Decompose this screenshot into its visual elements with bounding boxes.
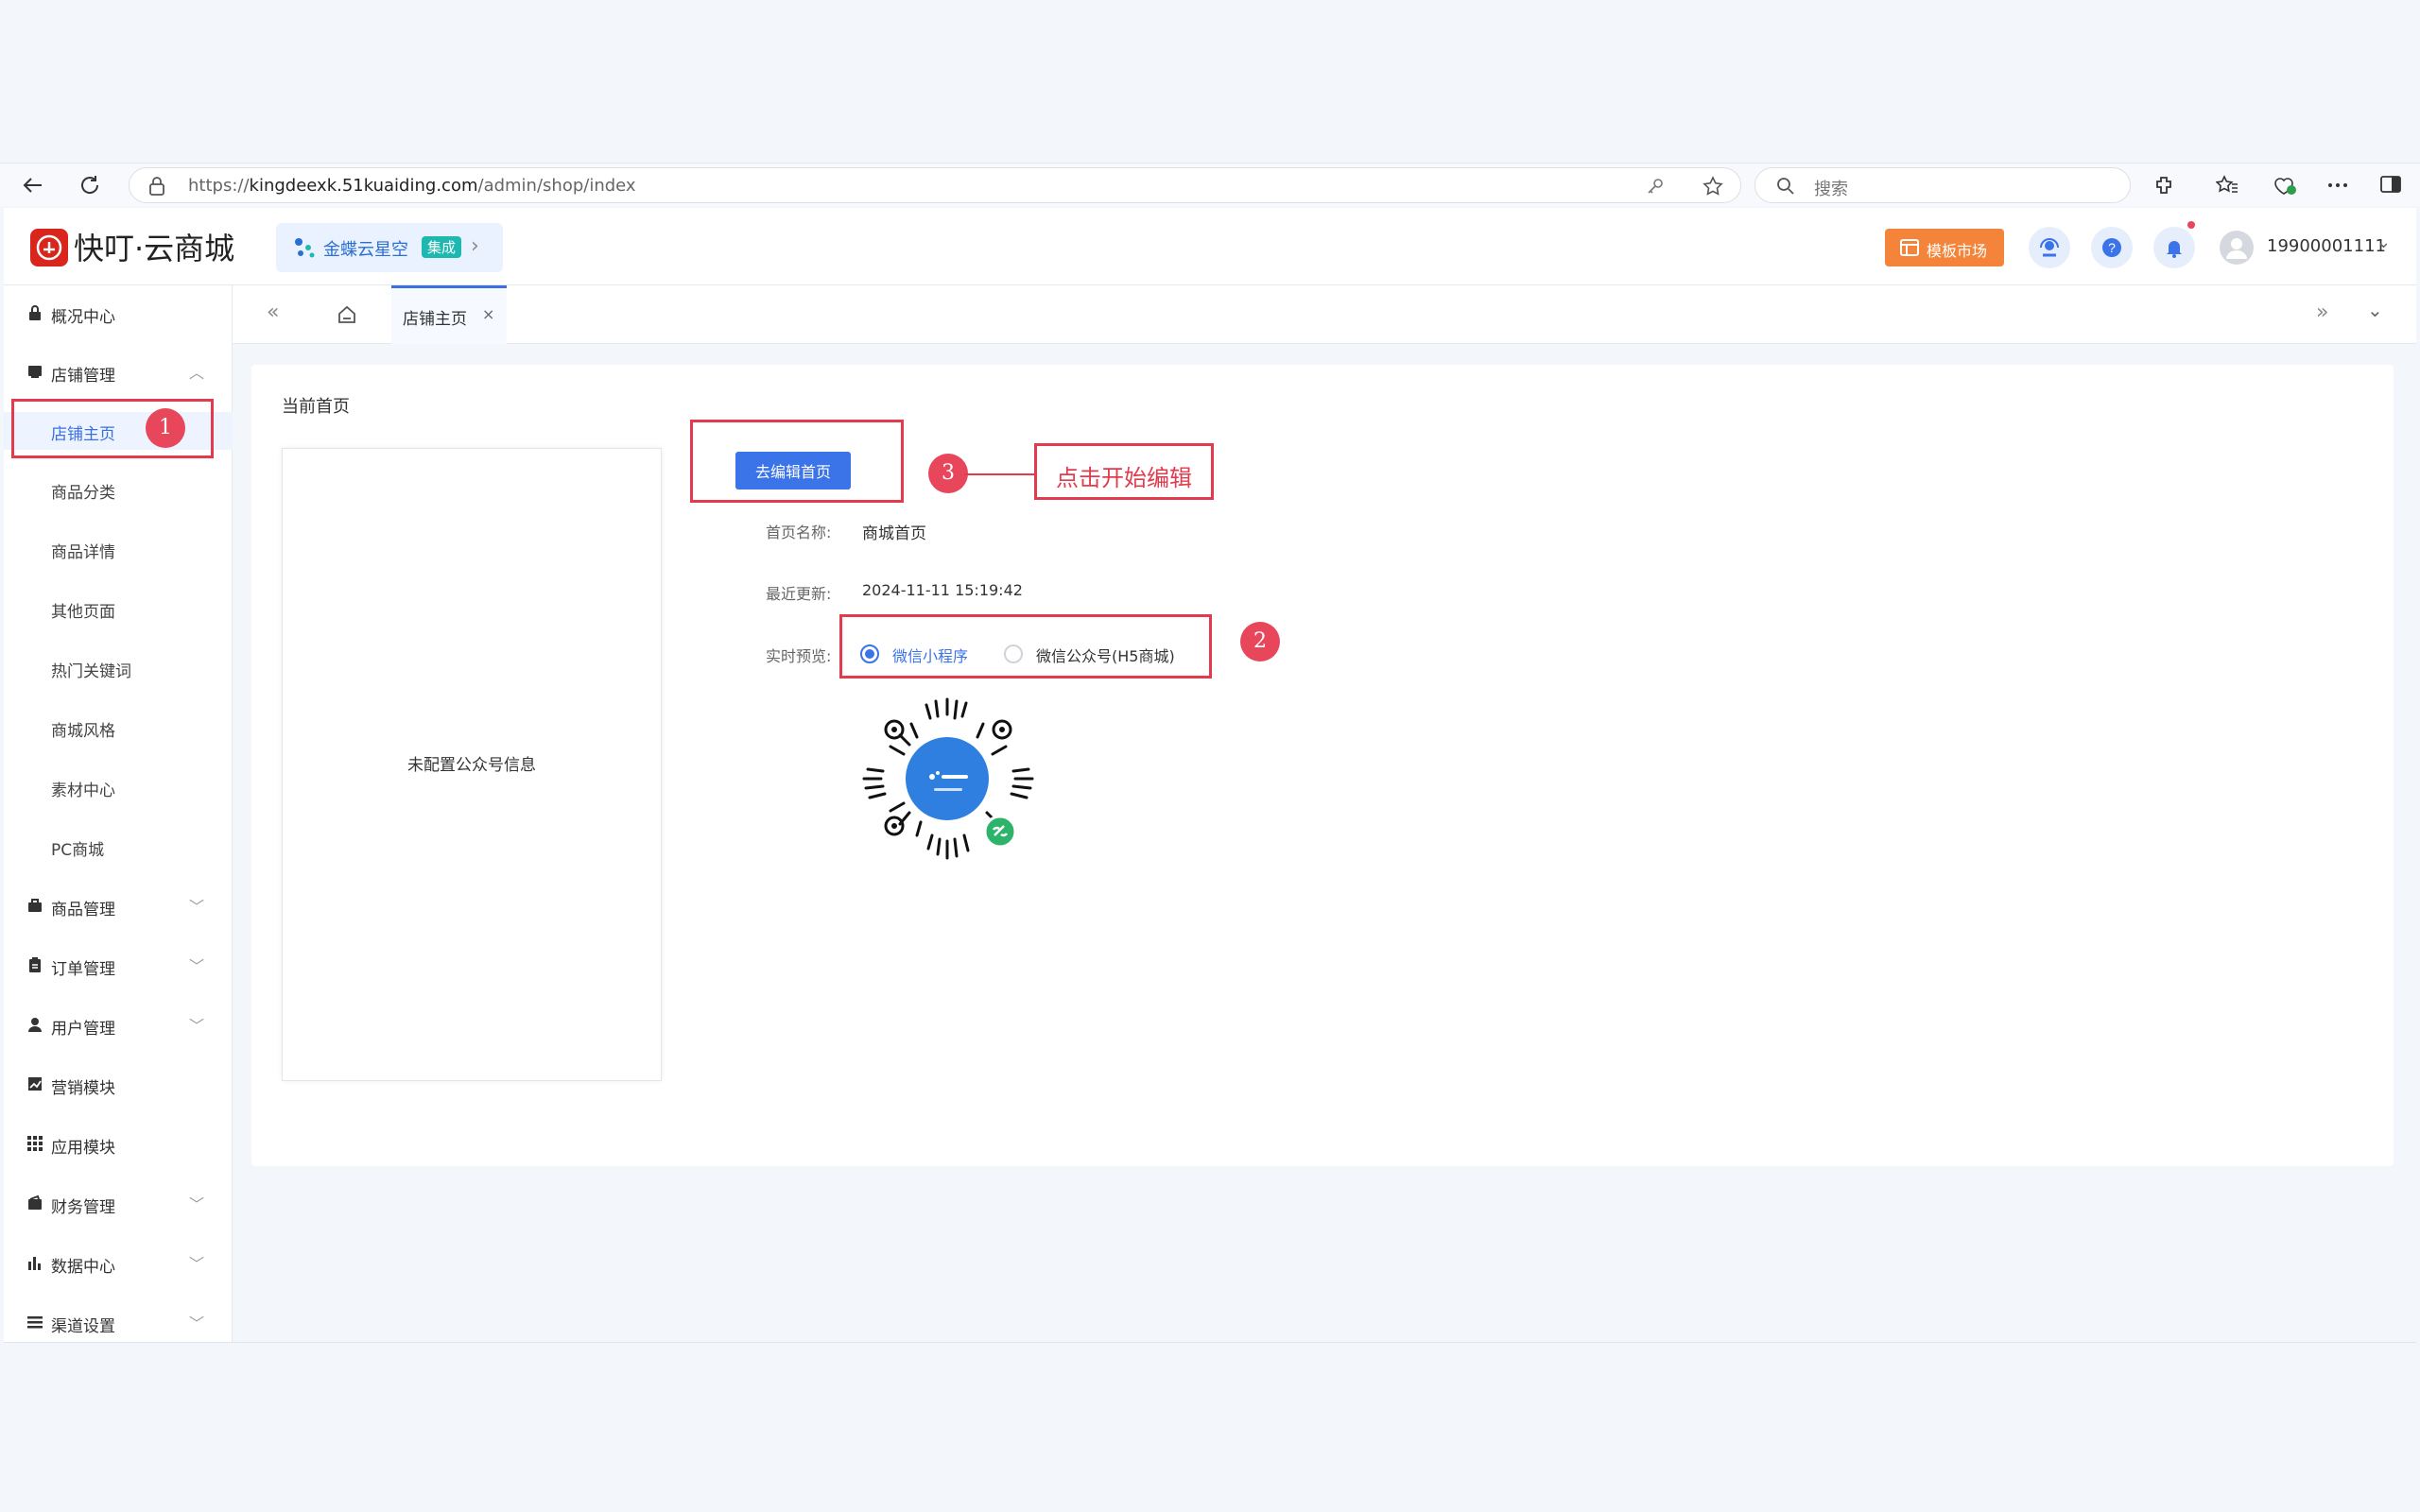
lock-icon (29, 305, 41, 320)
search-icon (1777, 178, 1794, 195)
wallet-icon (28, 1194, 42, 1210)
headset-icon (2040, 238, 2059, 257)
template-icon (1900, 239, 1919, 256)
help-button[interactable]: ? (2091, 227, 2133, 268)
home-name-label: 首页名称: (766, 524, 832, 541)
star-icon[interactable] (1703, 176, 1723, 197)
tab-shop-home[interactable]: 店铺主页 × (391, 285, 507, 344)
template-market-label: 模板市场 (1927, 242, 1988, 260)
user-phone[interactable]: 19900001111 (2267, 236, 2386, 256)
integration-name: 金蝶云星空 (323, 240, 408, 260)
chevron-right-icon: › (471, 234, 479, 258)
notifications-button[interactable] (2153, 221, 2195, 268)
tab-bar: « 店铺主页 × » ⌄ (233, 285, 2416, 344)
annotation-callout: 点击开始编辑 (1034, 443, 1214, 500)
page-bottom-border (4, 1342, 2416, 1343)
live-preview-label: 实时预览: (766, 647, 832, 665)
scroll-left-icon[interactable]: « (267, 301, 279, 324)
sidebar-item-overview[interactable]: 概况中心 (4, 295, 233, 333)
home-name-value: 商城首页 (862, 524, 926, 543)
annotation-box-3 (690, 420, 904, 503)
chart-line-icon (28, 1077, 42, 1091)
section-title: 当前首页 (282, 397, 350, 417)
annotation-box-2 (839, 614, 1212, 679)
template-market-button[interactable]: 模板市场 (1885, 229, 2004, 266)
sidebar-item-marketing[interactable]: 营销模块 (4, 1066, 233, 1104)
search-placeholder: 搜索 (1814, 180, 1848, 199)
browser-toolbar: https://kingdeexk.51kuaiding.com/admin/s… (0, 163, 2420, 206)
back-icon[interactable] (19, 171, 47, 199)
sidebar-item-user-management[interactable]: 用户管理 ﹀ (4, 1006, 233, 1044)
avatar[interactable] (2220, 231, 2254, 265)
tab-menu-chevron-icon[interactable]: ⌄ (2367, 299, 2383, 321)
kingdee-logo-icon (295, 238, 315, 258)
reload-icon[interactable] (76, 171, 104, 199)
address-bar[interactable]: https://kingdeexk.51kuaiding.com/admin/s… (129, 167, 1741, 203)
preview-empty-message: 未配置公众号信息 (407, 756, 536, 775)
extensions-icon[interactable] (2153, 175, 2174, 196)
chevron-down-icon: ﹀ (189, 1195, 205, 1213)
sidebar-toggle-icon[interactable] (2380, 175, 2401, 194)
sidebar-item-channel-settings[interactable]: 渠道设置 ﹀ (4, 1304, 233, 1342)
help-icon: ? (2102, 238, 2121, 257)
chevron-down-icon: ﹀ (189, 898, 205, 916)
shop-icon (28, 366, 42, 378)
chevron-down-icon: ﹀ (189, 1314, 205, 1332)
home-icon[interactable] (337, 304, 357, 325)
chevron-down-icon[interactable]: ⌄ (2377, 232, 2391, 252)
bell-icon (2167, 241, 2182, 258)
more-icon[interactable] (2327, 182, 2348, 188)
sidebar-item-data-center[interactable]: 数据中心 ﹀ (4, 1245, 233, 1282)
browser-search-box[interactable]: 搜索 (1754, 167, 2131, 203)
sidebar-item-pc-mall[interactable]: PC商城 (4, 828, 233, 866)
notification-dot (2187, 221, 2195, 229)
grid-icon (27, 1136, 43, 1151)
sidebar-item-order-management[interactable]: 订单管理 ﹀ (4, 947, 233, 985)
url-text: https://kingdeexk.51kuaiding.com/admin/s… (188, 176, 636, 196)
browser-essentials-icon[interactable] (2273, 174, 2297, 197)
sidebar-item-finance[interactable]: 财务管理 ﹀ (4, 1185, 233, 1223)
integration-switcher[interactable]: 金蝶云星空 集成 › (276, 223, 503, 272)
last-update-label: 最近更新: (766, 585, 832, 603)
sidebar-item-hot-keywords[interactable]: 热门关键词 (4, 649, 233, 687)
clipboard-icon (29, 957, 41, 972)
chevron-down-icon: ﹀ (189, 1255, 205, 1273)
sidebar-item-product-detail[interactable]: 商品详情 (4, 530, 233, 568)
favorites-icon[interactable] (2216, 175, 2238, 196)
annotation-number-1: 1 (146, 408, 185, 448)
close-icon[interactable]: × (482, 305, 494, 323)
key-icon[interactable] (1646, 177, 1665, 196)
chevron-up-icon: ︿ (189, 364, 205, 382)
integration-tag: 集成 (422, 236, 462, 258)
phone-preview: 未配置公众号信息 (282, 448, 662, 1081)
chevron-down-icon: ﹀ (189, 957, 205, 975)
app-title: 快叮·云商城 (74, 231, 235, 266)
chevron-down-icon: ﹀ (189, 1017, 205, 1035)
sidebar-item-product-management[interactable]: 商品管理 ﹀ (4, 887, 233, 925)
last-update-value: 2024-11-11 15:19:42 (862, 581, 1023, 599)
annotation-connector (964, 473, 1034, 475)
sidebar-item-apps[interactable]: 应用模块 (4, 1125, 233, 1163)
svg-text:?: ? (2108, 240, 2116, 255)
lock-icon (149, 177, 164, 196)
sidebar-item-shop-management[interactable]: 店铺管理 ︿ (4, 353, 233, 391)
list-icon (27, 1316, 43, 1329)
sidebar-item-other-pages[interactable]: 其他页面 (4, 590, 233, 627)
briefcase-icon (28, 899, 42, 912)
app-header: 快叮·云商城 金蝶云星空 集成 › 模板市场 ? 19900001111 ⌄ (4, 208, 2416, 285)
customer-service-button[interactable] (2029, 227, 2070, 268)
scroll-right-icon[interactable]: » (2316, 301, 2328, 324)
annotation-number-2: 2 (1240, 622, 1280, 662)
sidebar-item-mall-style[interactable]: 商城风格 (4, 709, 233, 747)
sidebar-item-asset-center[interactable]: 素材中心 (4, 768, 233, 806)
logo (30, 229, 68, 266)
bar-chart-icon (28, 1257, 41, 1270)
home-settings-card: 当前首页 未配置公众号信息 去编辑首页 首页名称: 商城首页 最近更新: 202… (251, 365, 2394, 1166)
sidebar-item-product-category[interactable]: 商品分类 (4, 471, 233, 508)
user-icon (28, 1018, 42, 1032)
annotation-number-3: 3 (928, 454, 968, 493)
miniprogram-qr-code (862, 697, 1034, 860)
